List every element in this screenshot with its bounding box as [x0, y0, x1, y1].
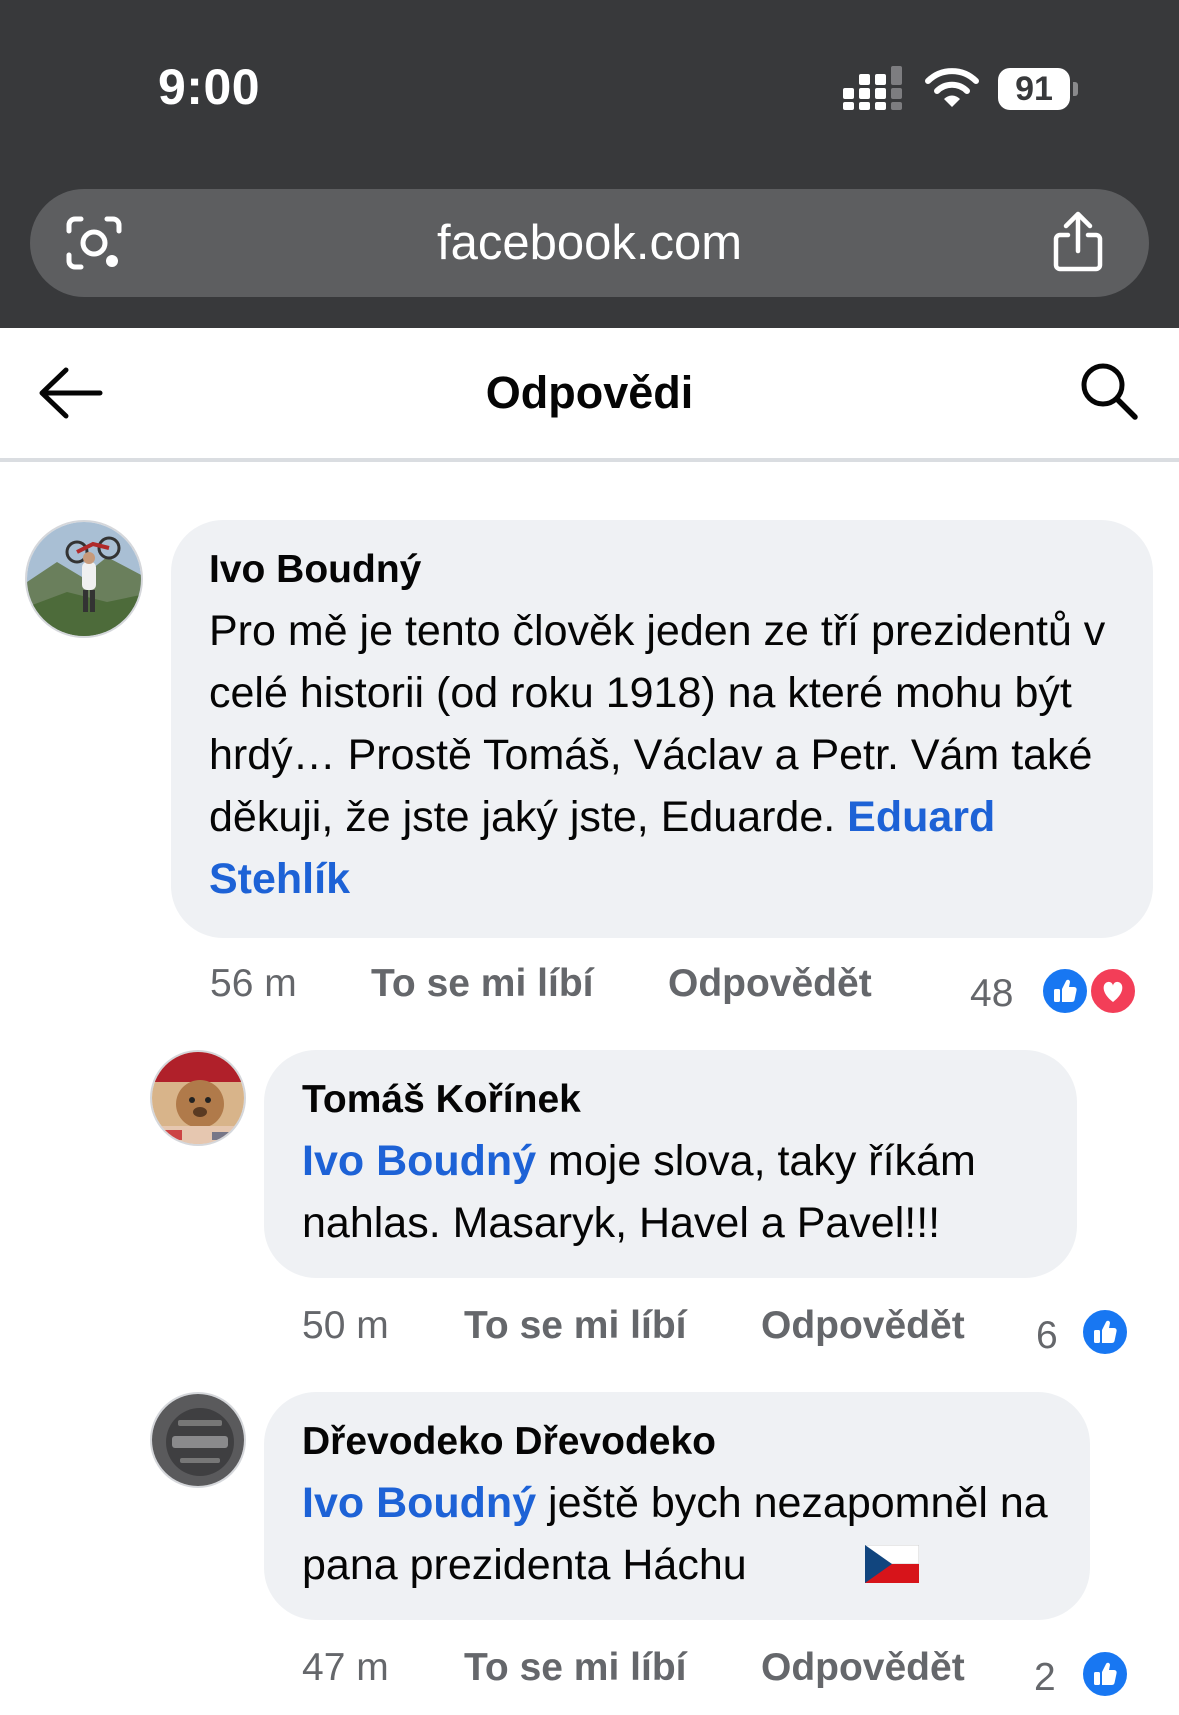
like-thumb-glyph: [1094, 1662, 1117, 1685]
url-text[interactable]: facebook.com: [30, 189, 1149, 297]
signal-icon: [843, 66, 902, 110]
like-thumb-glyph: [1054, 979, 1077, 1002]
address-bar[interactable]: facebook.com: [30, 189, 1149, 297]
comment-author[interactable]: Ivo Boudný: [209, 548, 421, 592]
reply-button[interactable]: Odpovědět: [761, 1304, 965, 1348]
comment-author[interactable]: Dřevodeko Dřevodeko: [302, 1420, 716, 1464]
avatar[interactable]: [25, 520, 143, 638]
love-icon[interactable]: [1088, 966, 1138, 1016]
like-icon[interactable]: [1080, 1307, 1130, 1357]
page-header: Odpovědi: [0, 328, 1179, 462]
avatar-image: [152, 1052, 244, 1144]
avatar[interactable]: [150, 1392, 246, 1488]
like-icon[interactable]: [1080, 1649, 1130, 1699]
page-title: Odpovědi: [485, 367, 694, 418]
comment-text: Ivo Boudný moje slova, taky říkám nahlas…: [302, 1130, 1062, 1254]
status-time: 9:00: [158, 59, 261, 115]
comment-time[interactable]: 50 m: [302, 1304, 389, 1348]
avatar-image: [152, 1394, 244, 1486]
reply-button[interactable]: Odpovědět: [761, 1646, 965, 1690]
comment-bubble: Ivo Boudný Pro mě je tento člověk jeden …: [171, 520, 1153, 938]
avatar-image: [27, 522, 141, 636]
comment-text: Pro mě je tento člověk jeden ze tří prez…: [209, 600, 1129, 910]
comment-bubble: Dřevodeko Dřevodeko Ivo Boudný ještě byc…: [264, 1392, 1090, 1620]
reaction-count[interactable]: 2: [1034, 1656, 1056, 1700]
reply-button[interactable]: Odpovědět: [668, 962, 872, 1006]
like-thumb-glyph: [1094, 1320, 1117, 1343]
comment-meta: 56 m: [210, 962, 297, 1006]
share-icon[interactable]: [1050, 211, 1106, 273]
reaction-count[interactable]: 6: [1036, 1314, 1058, 1358]
comment-time[interactable]: 47 m: [302, 1646, 389, 1690]
like-button[interactable]: To se mi líbí: [371, 962, 593, 1006]
mention-link[interactable]: Ivo Boudný: [302, 1137, 536, 1185]
search-icon[interactable]: [1078, 360, 1140, 422]
battery-indicator: 91: [998, 68, 1078, 110]
back-arrow-icon[interactable]: [36, 362, 104, 424]
mention-link[interactable]: Ivo Boudný: [302, 1479, 536, 1527]
lens-icon[interactable]: [65, 215, 123, 271]
battery-level: 91: [1015, 70, 1053, 108]
czech-flag-icon: [865, 1545, 919, 1583]
comment-author[interactable]: Tomáš Kořínek: [302, 1078, 581, 1122]
like-button[interactable]: To se mi líbí: [464, 1646, 686, 1690]
reaction-count[interactable]: 48: [970, 972, 1013, 1016]
like-icon[interactable]: [1040, 966, 1090, 1016]
comment-bubble: Tomáš Kořínek Ivo Boudný moje slova, tak…: [264, 1050, 1077, 1278]
like-button[interactable]: To se mi líbí: [464, 1304, 686, 1348]
comment-time[interactable]: 56 m: [210, 962, 297, 1005]
avatar[interactable]: [150, 1050, 246, 1146]
wifi-icon: [925, 68, 979, 107]
love-heart-glyph: [1103, 981, 1123, 1002]
battery-tip: [1073, 82, 1078, 96]
browser-top-bar: 9:00 91 facebook.com: [0, 0, 1179, 328]
comment-text: Ivo Boudný ještě bych nezapomněl na pana…: [302, 1472, 1082, 1596]
